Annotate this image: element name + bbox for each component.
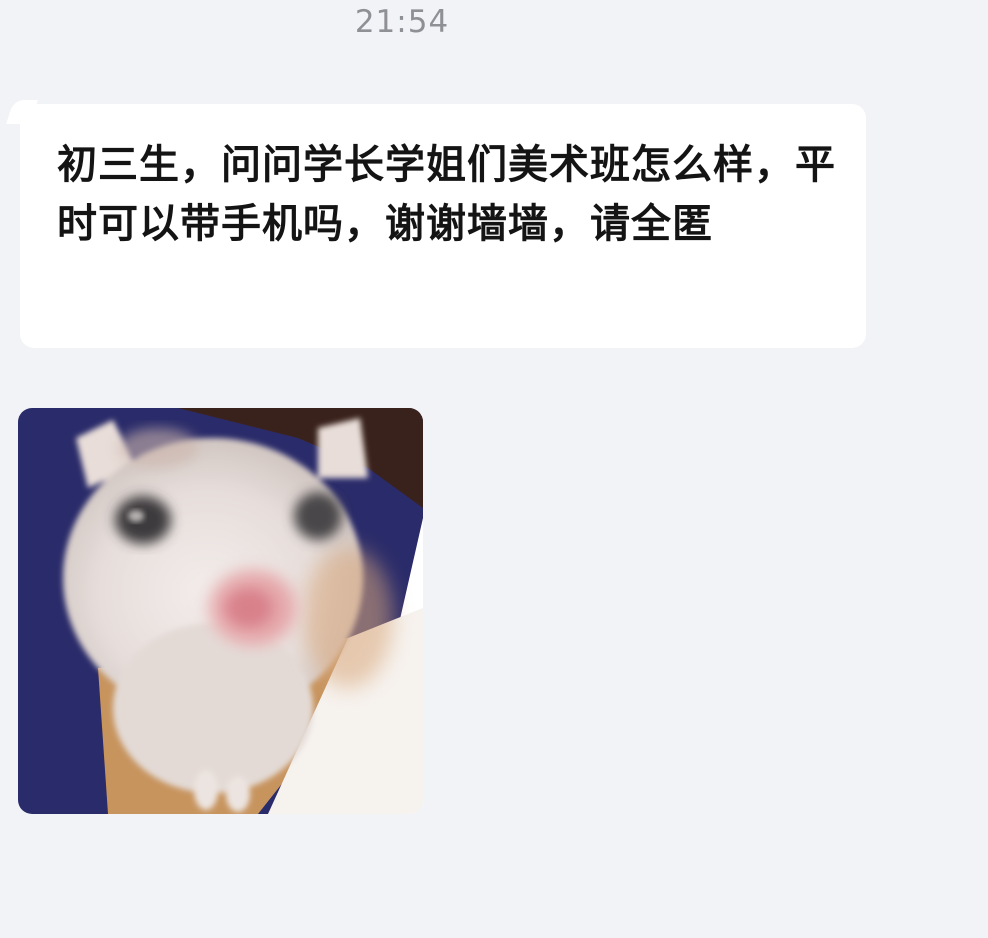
message-bubble[interactable]: 初三生，问问学长学姐们美术班怎么样，平时可以带手机吗，谢谢墙墙，请全匿: [20, 104, 866, 348]
cat-meme-icon: [18, 408, 423, 814]
message-timestamp: 21:54: [354, 4, 450, 40]
message-text: 初三生，问问学长学姐们美术班怎么样，平时可以带手机吗，谢谢墙墙，请全匿: [57, 142, 836, 247]
cat-sticker-image[interactable]: [18, 408, 423, 814]
